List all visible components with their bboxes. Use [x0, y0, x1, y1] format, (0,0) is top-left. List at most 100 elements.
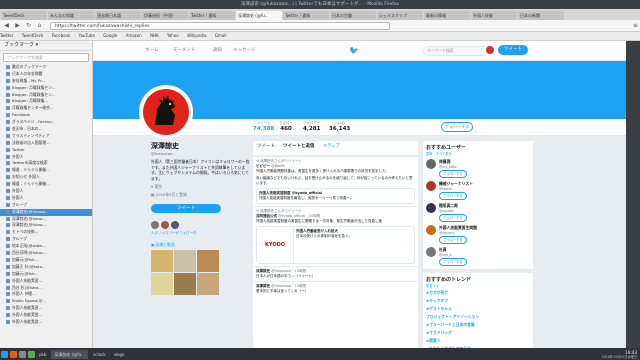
sidebar-item[interactable]: Blogger: 月曜政権セン... — [0, 85, 92, 92]
link-card[interactable]: KYODO 外国人労働者受け入れ拡大 日本の受け入れ体制の強化を急ぐ。 — [256, 226, 415, 264]
tab-media[interactable]: メディア — [323, 143, 341, 153]
sidebar-item[interactable]: 月曜政権センター総合... — [0, 105, 92, 112]
sidebar-item[interactable]: 外国人技能実習... — [0, 319, 92, 326]
tab-tweets[interactable]: ツイート — [257, 143, 275, 153]
tab-2[interactable]: 過去期日本語 — [95, 11, 141, 20]
taskbar-item-active[interactable]: 深澤諒史 (@fu... — [51, 349, 88, 359]
tab-8[interactable]: シェルスクリプ — [377, 11, 423, 20]
bookmark-7[interactable]: Yahoo — [167, 33, 179, 38]
back-icon[interactable]: ◀ — [2, 21, 11, 30]
bookmark-2[interactable]: Facebook — [52, 33, 71, 38]
sidebar-item[interactable]: 法務省の出入国管理... — [0, 140, 92, 147]
media-link[interactable]: ▣ 画像と動画 — [151, 242, 251, 248]
suggested-user[interactable]: 齊藤潤 @jun_saito フォローする — [426, 159, 530, 178]
user-avatar[interactable] — [426, 181, 436, 191]
stat-followers[interactable]: フォロワー 4,281 — [303, 121, 321, 132]
sidebar-item[interactable]: Blogger: 月曜政権セン... — [0, 92, 92, 99]
sidebar-item[interactable]: Twitter — [0, 147, 92, 154]
url-bar[interactable]: https://twitter.com/fukazawashishi_repli… — [50, 21, 390, 30]
suggested-user[interactable]: 穂坂真二郎 @hosaka フォローする — [426, 203, 530, 222]
follow-button[interactable]: フォローする — [441, 122, 473, 132]
sidebar-item[interactable]: 外国人 — [0, 188, 92, 195]
reload-icon[interactable]: ↻ — [24, 21, 33, 30]
tweet-item[interactable]: ⟲ 深澤諒史さんがリツイート ビビビー @BibiBi 外国人労働者問題特集は、… — [253, 156, 418, 206]
home-icon[interactable]: ⌂ — [35, 21, 44, 30]
tab-1[interactable]: みんなの知識 — [48, 11, 94, 20]
trend-item[interactable]: #キックオフ — [426, 298, 530, 304]
follower-avatar[interactable] — [151, 221, 159, 229]
bookmark-4[interactable]: Google — [103, 33, 117, 38]
firefox-icon[interactable] — [10, 350, 17, 358]
tab-11[interactable]: 日本の新聞 — [518, 11, 564, 20]
tweet-author[interactable]: 共同通信公式 — [256, 214, 277, 218]
bookmark-8[interactable]: Wikipedia — [187, 33, 207, 38]
user-avatar[interactable] — [426, 159, 436, 169]
sidebar-item[interactable]: 安倍政権 - My Pr... — [0, 78, 92, 85]
tab-9[interactable]: 最新の情報 — [424, 11, 470, 20]
sidebar-item[interactable]: 外国人 仲間... — [0, 291, 92, 298]
follower-avatar[interactable] — [161, 221, 169, 229]
tweet-author[interactable]: 深澤諒史 — [256, 284, 270, 288]
tab-0[interactable]: TweetDeck — [1, 11, 47, 20]
media-thumb[interactable] — [197, 250, 219, 272]
trend-item[interactable]: #ブルーバードと日本の言葉 — [426, 322, 530, 328]
nav-messages[interactable]: メッセージ — [233, 47, 255, 53]
sidebar-item[interactable]: 地本正則(@wata... — [0, 243, 92, 250]
nav-moments[interactable]: モーメント — [173, 47, 195, 53]
tab-tweets-replies[interactable]: ツイートと返信 — [283, 143, 315, 153]
suggested-user[interactable]: 機械ジャーナリスト @koshin フォローする — [426, 181, 530, 200]
tab-3[interactable]: 伊藤由紀（中国） — [142, 11, 188, 20]
suggested-user[interactable]: 外国人技能実習生問題 @jitsushu フォローする — [426, 225, 530, 244]
media-thumb[interactable] — [151, 273, 173, 295]
sidebar-item[interactable]: モトベの技術... — [0, 229, 92, 236]
app-icon[interactable] — [1, 350, 8, 358]
avatar-small[interactable] — [486, 46, 494, 54]
bookmark-5[interactable]: Amazon — [126, 33, 142, 38]
sidebar-item[interactable]: Shoko Egawa(@... — [0, 298, 92, 305]
trend-item[interactable]: #ゲストちゃん — [426, 306, 530, 312]
menu-icon[interactable]: ≡ — [631, 21, 640, 30]
taskbar-item[interactable]: xclock — [90, 350, 109, 359]
tweet-author[interactable]: ビビビー — [256, 164, 270, 168]
bookmark-0[interactable]: Twitter — [0, 33, 13, 38]
suggested-user[interactable]: 社員 @sha_in フォローする — [426, 247, 530, 266]
sidebar-item[interactable]: グラスペイジ - Faceno... — [0, 119, 92, 126]
media-thumb[interactable] — [151, 250, 173, 272]
sidebar-item[interactable]: グループ — [0, 236, 92, 243]
sidebar-item[interactable]: 西谷 杉(@kato... — [0, 285, 92, 292]
user-avatar[interactable] — [426, 247, 436, 257]
quoted-tweet[interactable]: 外国人技能実習制度 @kyodo_official 外国人技能実習制度を報告し、… — [256, 188, 415, 204]
twitter-search-input[interactable]: キーワード検索 — [423, 46, 488, 56]
sidebar-item[interactable]: 加藤元(@fuk... — [0, 257, 92, 264]
bookmark-9[interactable]: Gmail — [215, 33, 227, 38]
tab-10[interactable]: 外国人技能 — [471, 11, 517, 20]
stat-following[interactable]: フォロー 460 — [279, 121, 293, 132]
sidebar-item[interactable]: 深澤諒史(@fukaza... — [0, 208, 92, 216]
trend-item[interactable]: #ガガが死亡 — [426, 290, 530, 296]
stat-likes[interactable]: いいね 36,143 — [329, 121, 350, 132]
follow-user-button[interactable]: フォローする — [439, 192, 467, 200]
sidebar-item[interactable]: グループ — [0, 202, 92, 209]
sidebar-item[interactable]: 加藤元(@fuk... — [0, 271, 92, 278]
sidebar-search-input[interactable]: ブックマークを検索 — [3, 53, 89, 62]
trend-item[interactable]: プロジェクト・アリゾーション — [426, 314, 530, 320]
user-avatar[interactable] — [426, 203, 436, 213]
sidebar-item[interactable]: 深澤諒史(@fukaz... — [0, 216, 92, 223]
nav-notifications[interactable]: 通知 — [213, 47, 222, 53]
sidebar-item[interactable]: Twitterの高度な検索 — [0, 160, 92, 167]
sidebar-item[interactable]: 最近のブックマーク — [0, 64, 92, 71]
follow-user-button[interactable]: フォローする — [439, 170, 467, 178]
nav-home[interactable]: ホーム — [145, 47, 158, 53]
clock[interactable]: 16:43 2018年10月03日水曜日 — [602, 350, 640, 359]
terminal-icon[interactable] — [19, 350, 26, 358]
tab-6[interactable]: Twitter / 通知 — [283, 11, 329, 20]
stat-tweets[interactable]: ツイート 74,388 — [253, 121, 274, 132]
sidebar-item[interactable]: 外国人技能実習... — [0, 312, 92, 319]
sidebar-item[interactable]: 外国人 — [0, 195, 92, 202]
trend-item[interactable]: #マクドバッグ — [426, 330, 530, 336]
tab-5-active[interactable]: 深澤諒史 (@fu... — [236, 11, 282, 20]
profile-tweet-button[interactable]: ツイート — [151, 204, 221, 213]
tab-7[interactable]: 日本の労働 — [330, 11, 376, 20]
bookmark-6[interactable]: NHK — [150, 33, 159, 38]
profile-handle[interactable]: @fukazawa — [151, 151, 251, 156]
